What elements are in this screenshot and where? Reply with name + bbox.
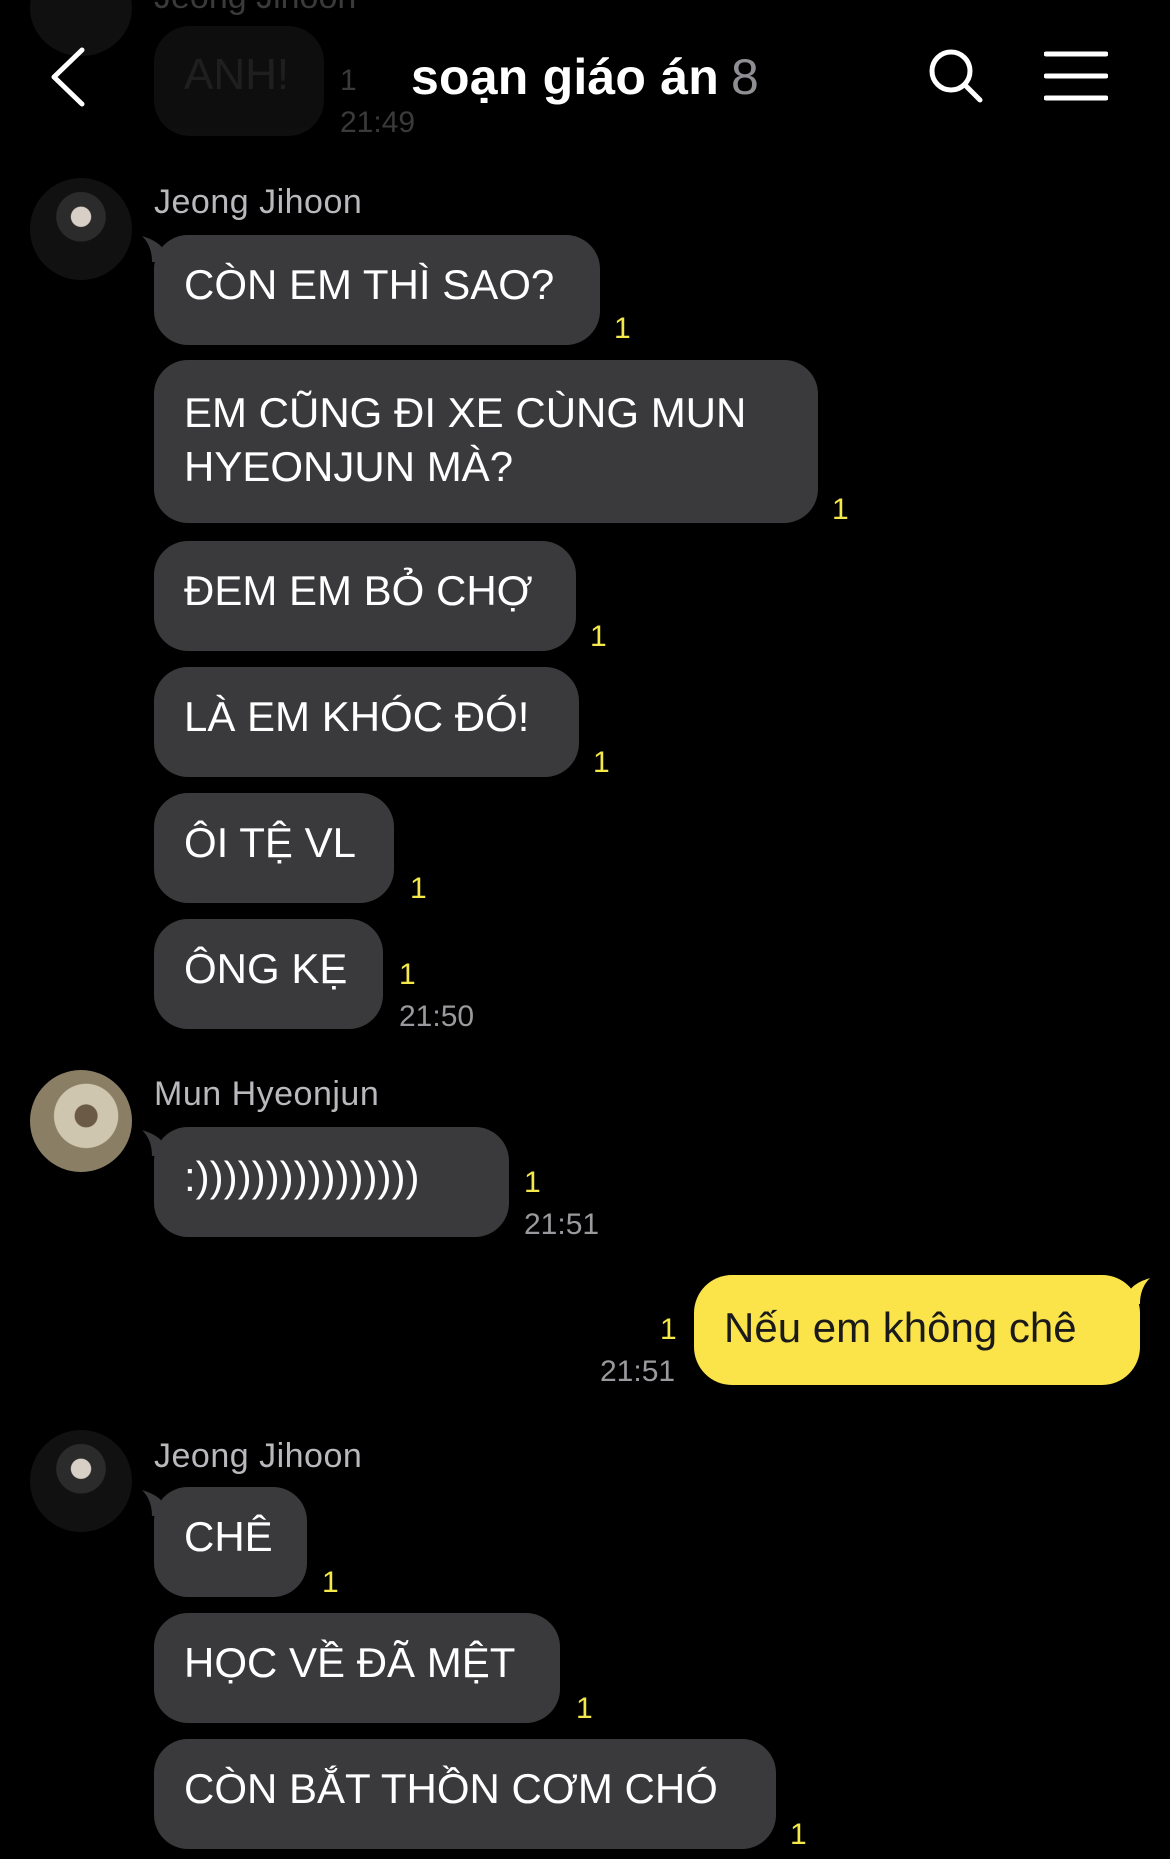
search-icon (929, 49, 983, 103)
menu-button[interactable] (1044, 50, 1108, 102)
chat-name: soạn giáo án (410, 49, 719, 105)
unread-count: 1 (524, 1166, 541, 1199)
message-bubble[interactable]: CHÊ (154, 1487, 307, 1597)
message-bubble[interactable]: LÀ EM KHÓC ĐÓ! (154, 667, 579, 777)
message-bubble[interactable]: ÔI TỆ VL (154, 793, 394, 903)
chat-title: soạn giáo án 8 (0, 48, 1170, 106)
unread-count: 1 (590, 620, 607, 653)
faded-sender-name: Jeong Jihoon (154, 0, 356, 17)
message-time: 21:51 (600, 1355, 676, 1388)
sender-name: Mun Hyeonjun (154, 1075, 380, 1113)
member-count: 8 (731, 49, 760, 105)
message-text: ÔI TỆ VL (184, 819, 356, 866)
avatar-mun-hyeonjun[interactable] (30, 1070, 132, 1172)
unread-count: 1 (790, 1818, 807, 1851)
avatar-jeong-jihoon[interactable] (30, 1430, 132, 1532)
message-bubble[interactable]: HỌC VỀ ĐÃ MỆT (154, 1613, 560, 1723)
unread-count: 1 (410, 872, 427, 905)
message-text: CHÊ (184, 1513, 273, 1560)
unread-count: 1 (614, 312, 631, 345)
message-text: :)))))))))))))))) (184, 1153, 420, 1200)
faded-time: 21:49 (340, 106, 416, 139)
message-time: 21:50 (399, 1000, 475, 1033)
avatar-jeong-jihoon[interactable] (30, 178, 132, 280)
unread-count: 1 (660, 1313, 677, 1346)
hamburger-menu-icon (1044, 51, 1108, 101)
sender-name: Jeong Jihoon (154, 1437, 363, 1475)
message-bubble[interactable]: EM CŨNG ĐI XE CÙNG MUN HYEONJUN MÀ? (154, 360, 818, 523)
unread-count: 1 (593, 746, 610, 779)
message-bubble[interactable]: :)))))))))))))))) (154, 1127, 509, 1237)
unread-count: 1 (322, 1566, 339, 1599)
unread-count: 1 (399, 958, 416, 991)
message-text: ÔNG KẸ (184, 945, 348, 992)
unread-count: 1 (832, 493, 849, 526)
unread-count: 1 (576, 1692, 593, 1725)
message-text: LÀ EM KHÓC ĐÓ! (184, 693, 530, 740)
message-text: HỌC VỀ ĐÃ MỆT (184, 1639, 516, 1686)
message-text: Nếu em không chê (724, 1304, 1077, 1351)
message-bubble[interactable]: ĐEM EM BỎ CHỢ (154, 541, 576, 651)
message-text: EM CŨNG ĐI XE CÙNG MUN HYEONJUN MÀ? (184, 389, 747, 490)
message-text: CÒN BẮT THỒN CƠM CHÓ (184, 1765, 718, 1812)
message-text: ĐEM EM BỎ CHỢ (184, 567, 533, 614)
search-button[interactable] (926, 46, 986, 106)
message-bubble[interactable]: CÒN BẮT THỒN CƠM CHÓ (154, 1739, 776, 1849)
message-text: CÒN EM THÌ SAO? (184, 261, 555, 308)
sender-name: Jeong Jihoon (154, 183, 363, 221)
message-bubble[interactable]: ÔNG KẸ (154, 919, 383, 1029)
my-message-bubble[interactable]: Nếu em không chê (694, 1275, 1140, 1385)
message-time: 21:51 (524, 1208, 600, 1241)
message-bubble[interactable]: CÒN EM THÌ SAO? (154, 235, 600, 345)
